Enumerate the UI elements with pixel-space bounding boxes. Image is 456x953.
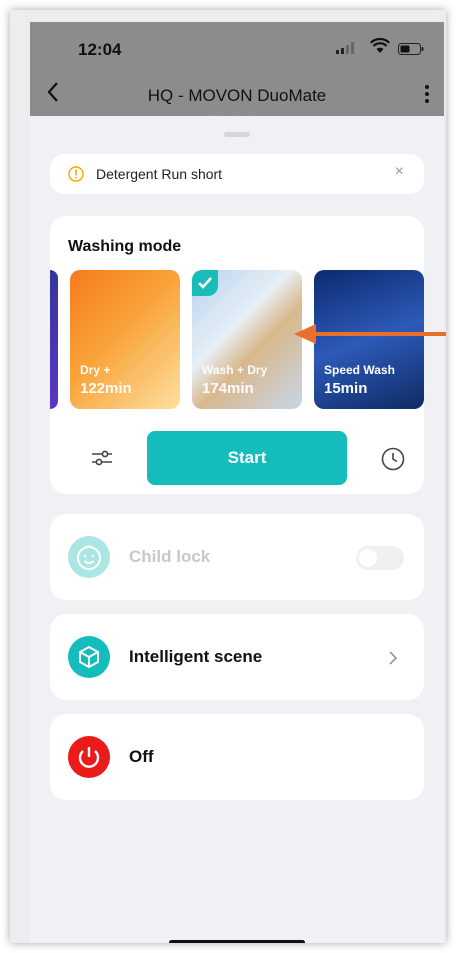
mode-label: Dry +	[80, 363, 111, 377]
nav-bar: HQ - MOVON DuoMate	[30, 72, 444, 116]
chevron-right-icon	[389, 651, 398, 665]
device-title: HQ - MOVON DuoMate	[147, 86, 327, 105]
status-time: 12:04	[78, 40, 122, 59]
washing-mode-card: Washing mode Dry + 122min Wash + Dry 174…	[50, 216, 424, 494]
washing-mode-title: Washing mode	[68, 238, 182, 255]
mode-label: Speed Wash	[324, 363, 395, 377]
alert-text: Detergent Run short	[96, 166, 223, 182]
phone-screen: 12:04 HQ - MOVON DuoMate Detergent Run s…	[30, 22, 444, 943]
child-lock-label: Child lock	[129, 547, 211, 566]
mode-duration: 122min	[80, 380, 132, 397]
signal-icon	[336, 42, 354, 54]
power-label: Off	[129, 747, 154, 766]
baby-face-icon	[68, 536, 110, 578]
mode-duration: 15min	[324, 380, 368, 397]
mode-tile-wash-dry[interactable]: Wash + Dry 174min	[192, 270, 302, 409]
mode-tile-dry-plus[interactable]: Dry + 122min	[70, 270, 180, 409]
child-lock-toggle[interactable]	[356, 546, 404, 570]
screenshot-frame: 12:04 HQ - MOVON DuoMate Detergent Run s…	[10, 10, 446, 943]
battery-icon	[398, 43, 424, 55]
control-sheet: Detergent Run short × Washing mode Dry +…	[30, 116, 444, 943]
cube-icon	[68, 636, 110, 678]
sheet-handle[interactable]	[224, 132, 250, 137]
settings-sliders-icon[interactable]	[90, 448, 114, 468]
home-indicator	[169, 940, 305, 943]
warning-icon	[68, 166, 84, 182]
close-icon[interactable]: ×	[395, 164, 404, 180]
power-row: Off	[50, 714, 424, 800]
checkmark-icon	[192, 270, 218, 296]
child-lock-row: Child lock	[50, 514, 424, 600]
wifi-icon	[370, 38, 390, 53]
mode-tile-partial-left[interactable]	[50, 270, 58, 409]
status-bar: 12:04	[30, 22, 444, 72]
intelligent-scene-label: Intelligent scene	[129, 647, 263, 666]
intelligent-scene-row[interactable]: Intelligent scene	[50, 614, 424, 700]
mode-label: Wash + Dry	[202, 363, 268, 377]
clock-icon[interactable]	[380, 446, 406, 472]
annotation-arrow-icon	[294, 324, 446, 344]
more-options-icon[interactable]	[424, 84, 430, 104]
mode-duration: 174min	[202, 380, 254, 397]
power-icon[interactable]	[68, 736, 110, 778]
start-button[interactable]: Start	[147, 431, 347, 485]
detergent-alert: Detergent Run short ×	[50, 154, 424, 194]
toggle-knob	[359, 549, 377, 567]
